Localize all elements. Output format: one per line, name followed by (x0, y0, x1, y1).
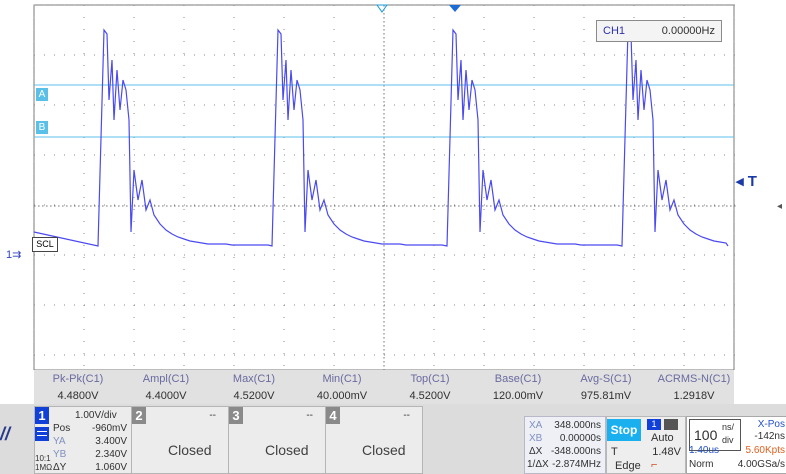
measurement-name: Top(C1) (410, 373, 450, 385)
timebase-value: 100 (694, 427, 718, 443)
ch1-pos-label: Pos (53, 423, 71, 434)
measurement-name: Pk-Pk(C1) (52, 373, 104, 385)
ch1-yb-value: 2.340V (95, 449, 127, 460)
sample-rate: 4.00GSa/s (737, 459, 785, 470)
acq-mode: Norm (689, 459, 714, 470)
measurement-name: Min(C1) (322, 373, 362, 385)
ch2-dash: -- (209, 410, 216, 421)
trigger-source-badge: 1 (647, 419, 661, 430)
trigger-edge[interactable]: Edge (615, 460, 641, 472)
trigger-coupling-icon (664, 419, 678, 430)
ch1-ya-value: 3.400V (95, 436, 127, 447)
measurement-name: Base(C1) (494, 373, 542, 385)
measurement-name: Max(C1) (232, 373, 276, 385)
measurement-name: ACRMS-N(C1) (657, 373, 731, 385)
channel-3-panel[interactable]: 3 -- Closed (228, 406, 326, 474)
freq-value: 0.00000Hz (661, 25, 715, 37)
channel-1-panel[interactable]: 1 10:1 1MΩ 1.00V/div Pos -960mV YA 3.400… (34, 406, 132, 474)
ch3-dash: -- (306, 410, 313, 421)
trigger-mode[interactable]: Auto (651, 432, 674, 444)
cursor-b-marker[interactable]: B (36, 121, 48, 134)
trigger-panel[interactable]: Stop 1 Auto T 1.48V Edge ⌐ (606, 416, 686, 474)
cursor-xb-value: 0.00000s (559, 433, 601, 444)
ch3-status: Closed (265, 442, 309, 458)
cursor-dx-label: ΔX (529, 446, 543, 457)
trigger-level-label: T (747, 173, 757, 190)
freq-channel: CH1 (603, 25, 626, 37)
ch1-dy-value: 1.060V (95, 462, 127, 473)
ch1-bw-label: 10:1 (35, 454, 51, 463)
ch1-ya-label: YA (53, 436, 66, 447)
cursor-dx-value: -348.000ns (550, 446, 601, 457)
cursor-readout-panel[interactable]: XA 348.000ns XB 0.00000s ΔX -348.000ns 1… (524, 416, 606, 474)
measurement-value: 4.5200V (233, 390, 275, 402)
channel-4-panel[interactable]: 4 -- Closed (325, 406, 423, 474)
xpos-value: -142ns (754, 431, 785, 442)
cursor-xa-value: 348.000ns (554, 420, 601, 431)
ch1-pos-value: -960mV (91, 423, 127, 434)
frequency-counter: CH1 0.00000Hz (596, 20, 722, 42)
delay-value: 1.40us (689, 445, 720, 456)
dc-coupling-icon (35, 427, 49, 441)
measurement-name: Ampl(C1) (142, 373, 190, 385)
ch1-vdiv[interactable]: 1.00V/div (75, 410, 117, 421)
ch2-number: 2 (132, 407, 146, 424)
cursor-xa-label: XA (529, 420, 543, 431)
measurement-name: Avg-S(C1) (580, 373, 632, 385)
timebase-panel[interactable]: 100 ns/ div X-Pos -142ns 1.40us 5.60Kpts… (686, 416, 786, 474)
run-stop-button[interactable]: Stop (607, 419, 641, 441)
ch4-status: Closed (362, 442, 406, 458)
trigger-arrow-icon: ◂ (736, 173, 744, 190)
ch1-number: 1 (35, 407, 49, 424)
cursor-inv-label: 1/ΔX (527, 459, 549, 470)
trigger-level-value: 1.48V (652, 446, 681, 458)
scl-label: SCL (32, 237, 58, 252)
xpos-label: X-Pos (757, 419, 785, 430)
measurement-value: 4.4000V (145, 390, 187, 402)
rising-edge-icon: ⌐ (651, 459, 658, 471)
ch4-dash: -- (403, 410, 410, 421)
timebase-unit-top: ns/ (722, 422, 735, 432)
ch1-yb-label: YB (53, 449, 67, 460)
ch1-marker-icon: ⇉ (12, 249, 22, 261)
ch4-number: 4 (326, 407, 340, 424)
measurement-value: 4.5200V (409, 390, 451, 402)
channel-2-panel[interactable]: 2 -- Closed (131, 406, 229, 474)
ch1-dy-label: ΔY (53, 462, 67, 473)
measurement-value: 1.2918V (673, 390, 715, 402)
ch1-offset-marker[interactable]: 1⇉ (6, 248, 21, 261)
measurement-value: 975.81mV (580, 390, 632, 402)
measurement-value: 4.4800V (57, 390, 99, 402)
points-value: 5.60Kpts (745, 445, 785, 456)
trigger-type-label: T (611, 446, 618, 458)
measurement-bar: Pk-Pk(C1) 4.4800V Ampl(C1) 4.4000V Max(C1) 4.… (34, 370, 734, 404)
cursor-xb-label: XB (529, 433, 543, 444)
timebase-unit-bottom: div (722, 435, 734, 445)
cursor-a-marker[interactable]: A (36, 88, 48, 101)
measurement-value: 40.000mV (316, 390, 368, 402)
waveform-display[interactable] (0, 0, 786, 370)
measurement-value: 120.00mV (492, 390, 544, 402)
ch1-coupling-label: 1MΩ (35, 463, 53, 472)
cursor-inv-value: -2.874MHz (552, 459, 601, 470)
ch2-status: Closed (168, 442, 212, 458)
ch3-number: 3 (229, 407, 243, 424)
brand-logo: // (0, 424, 11, 444)
trigger-level-marker[interactable]: ◂ T (736, 172, 757, 190)
expand-panel-icon[interactable]: ◂ (777, 201, 782, 212)
